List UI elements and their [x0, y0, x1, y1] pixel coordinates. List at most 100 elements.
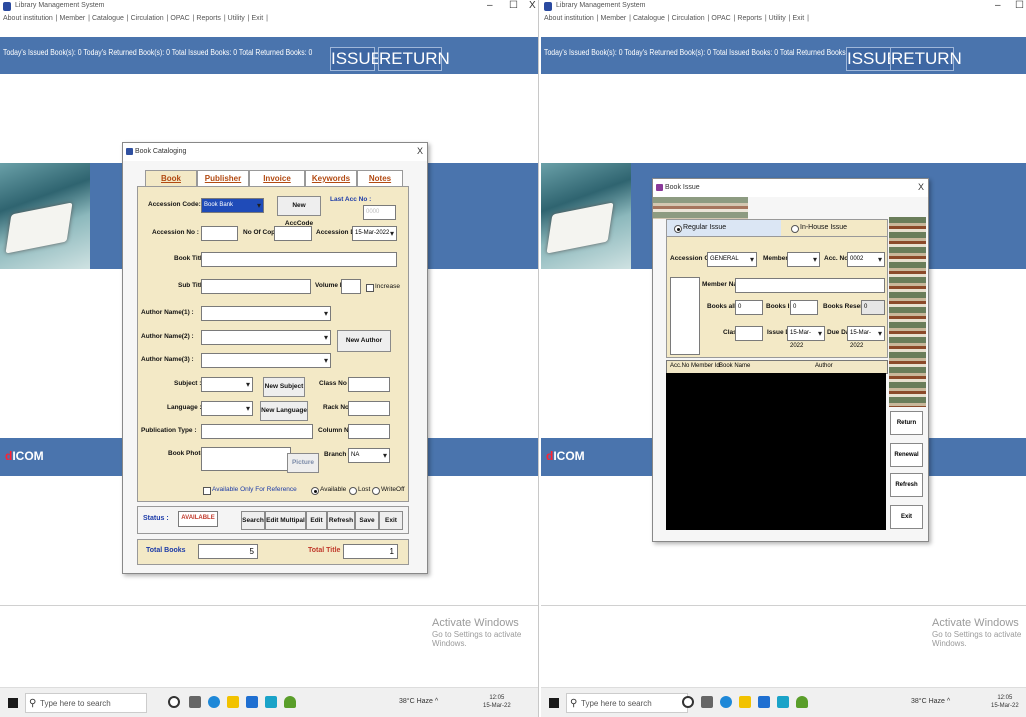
inhouse-issue-radio[interactable] [791, 225, 799, 233]
branch-select[interactable]: NA [348, 448, 390, 463]
issue-date-picker[interactable]: 15-Mar-2022 [787, 326, 825, 349]
app-pinned-icon[interactable] [284, 696, 296, 708]
author-name-1-select[interactable] [201, 306, 331, 321]
tab-publisher[interactable]: Publisher [197, 170, 249, 186]
file-explorer-icon[interactable] [739, 696, 751, 708]
taskbar-search[interactable]: Type here to search [566, 693, 688, 714]
menu-exit[interactable]: Exit [793, 15, 805, 22]
menu-member[interactable]: Member [60, 15, 86, 22]
book-title-field[interactable] [201, 252, 397, 267]
maximize-button[interactable]: ☐ [1015, 0, 1024, 11]
edge-icon[interactable] [720, 696, 732, 708]
store-icon[interactable] [758, 696, 770, 708]
task-view-icon[interactable] [189, 696, 201, 708]
search-button[interactable]: Search [241, 511, 265, 530]
return-button[interactable]: RETURN [890, 47, 962, 71]
no-of-copies-field[interactable] [274, 226, 312, 241]
menu-circulation[interactable]: Circulation [131, 15, 164, 22]
menu-catalogue[interactable]: Catalogue [633, 15, 665, 22]
subject-select[interactable] [201, 377, 253, 392]
due-date-picker[interactable]: 15-Mar-2022 [847, 326, 885, 349]
exit-button[interactable]: Exit [890, 505, 923, 529]
edit-button[interactable]: Edit [306, 511, 327, 530]
volume-no-field[interactable] [341, 279, 361, 294]
publication-type-field[interactable] [201, 424, 313, 439]
menu-reports[interactable]: Reports [196, 15, 221, 22]
menu-about[interactable]: About institution [3, 15, 53, 22]
issue-button[interactable]: ISSUE [846, 47, 898, 71]
refresh-button[interactable]: Refresh [327, 511, 355, 530]
mail-icon[interactable] [265, 696, 277, 708]
dialog-close-button[interactable]: X [918, 182, 924, 192]
windows-start-icon[interactable] [8, 698, 18, 708]
mail-icon[interactable] [777, 696, 789, 708]
weather-tray[interactable]: 38°C Haze ^ [911, 698, 950, 705]
app-pinned-icon[interactable] [796, 696, 808, 708]
menu-utility[interactable]: Utility [769, 15, 786, 22]
tab-keywords[interactable]: Keywords [305, 170, 357, 186]
tab-notes[interactable]: Notes [357, 170, 403, 186]
accession-code-select[interactable]: Book Bank [201, 198, 264, 213]
increase-checkbox[interactable] [366, 284, 374, 292]
renewal-button[interactable]: Renewal [890, 443, 923, 467]
writeoff-radio[interactable] [372, 487, 380, 495]
tab-invoice-details[interactable]: Invoice Details [249, 170, 305, 198]
author-name-3-select[interactable] [201, 353, 331, 368]
cortana-icon[interactable] [168, 696, 180, 708]
reference-only-checkbox[interactable] [203, 487, 211, 495]
edge-icon[interactable] [208, 696, 220, 708]
right-screen: Library Management System – ☐ About inst… [541, 0, 1026, 717]
rack-no-field[interactable] [348, 401, 390, 416]
menu-reports[interactable]: Reports [737, 15, 762, 22]
taskbar-search[interactable]: Type here to search [25, 693, 147, 714]
save-button[interactable]: Save [355, 511, 379, 530]
picture-button[interactable]: Picture [287, 453, 319, 473]
clock[interactable]: 12:05 15-Mar-22 [991, 694, 1019, 710]
store-icon[interactable] [246, 696, 258, 708]
accession-code-select[interactable]: GENERAL [707, 252, 757, 267]
close-button[interactable]: X [529, 0, 536, 11]
minimize-button[interactable]: – [995, 0, 1001, 11]
issued-books-grid[interactable] [666, 373, 886, 530]
menu-opac[interactable]: OPAC [170, 15, 189, 22]
clock[interactable]: 12:05 15-Mar-22 [483, 694, 511, 710]
menu-circulation[interactable]: Circulation [672, 15, 705, 22]
maximize-button[interactable]: ☐ [509, 0, 518, 11]
menu-member[interactable]: Member [601, 15, 627, 22]
accession-no-field[interactable] [201, 226, 238, 241]
minimize-button[interactable]: – [487, 0, 493, 11]
sub-title-field[interactable] [201, 279, 311, 294]
acc-no-select[interactable]: 0002 [847, 252, 885, 267]
accession-date-picker[interactable]: 15-Mar-2022 [352, 226, 397, 241]
return-button[interactable]: RETURN [378, 47, 450, 71]
author-name-2-select[interactable] [201, 330, 331, 345]
member-id-select[interactable] [787, 252, 820, 267]
task-view-icon[interactable] [701, 696, 713, 708]
new-acccode-button[interactable]: New AccCode [277, 196, 321, 227]
new-author-button[interactable]: New Author [337, 330, 391, 352]
return-book-button[interactable]: Return [890, 411, 923, 435]
new-subject-button[interactable]: New Subject [263, 377, 305, 397]
lost-radio[interactable] [349, 487, 357, 495]
exit-button[interactable]: Exit [379, 511, 403, 530]
menu-catalogue[interactable]: Catalogue [92, 15, 124, 22]
class-no-field[interactable] [348, 377, 390, 392]
issue-button[interactable]: ISSUE [330, 47, 382, 71]
menu-opac[interactable]: OPAC [711, 15, 730, 22]
tab-book[interactable]: Book [145, 170, 197, 186]
edit-multipal-button[interactable]: Edit Multipal [265, 511, 306, 530]
windows-start-icon[interactable] [549, 698, 559, 708]
menu-about[interactable]: About institution [544, 15, 594, 22]
menu-utility[interactable]: Utility [228, 15, 245, 22]
language-select[interactable] [201, 401, 253, 416]
new-language-button[interactable]: New Language [260, 401, 308, 421]
refresh-button[interactable]: Refresh [890, 473, 923, 497]
file-explorer-icon[interactable] [227, 696, 239, 708]
weather-tray[interactable]: 38°C Haze ^ [399, 698, 438, 705]
menu-exit[interactable]: Exit [252, 15, 264, 22]
column-no-field[interactable] [348, 424, 390, 439]
regular-issue-radio[interactable] [674, 225, 682, 233]
available-radio[interactable] [311, 487, 319, 495]
cortana-icon[interactable] [682, 696, 694, 708]
dialog-close-button[interactable]: X [417, 146, 423, 156]
